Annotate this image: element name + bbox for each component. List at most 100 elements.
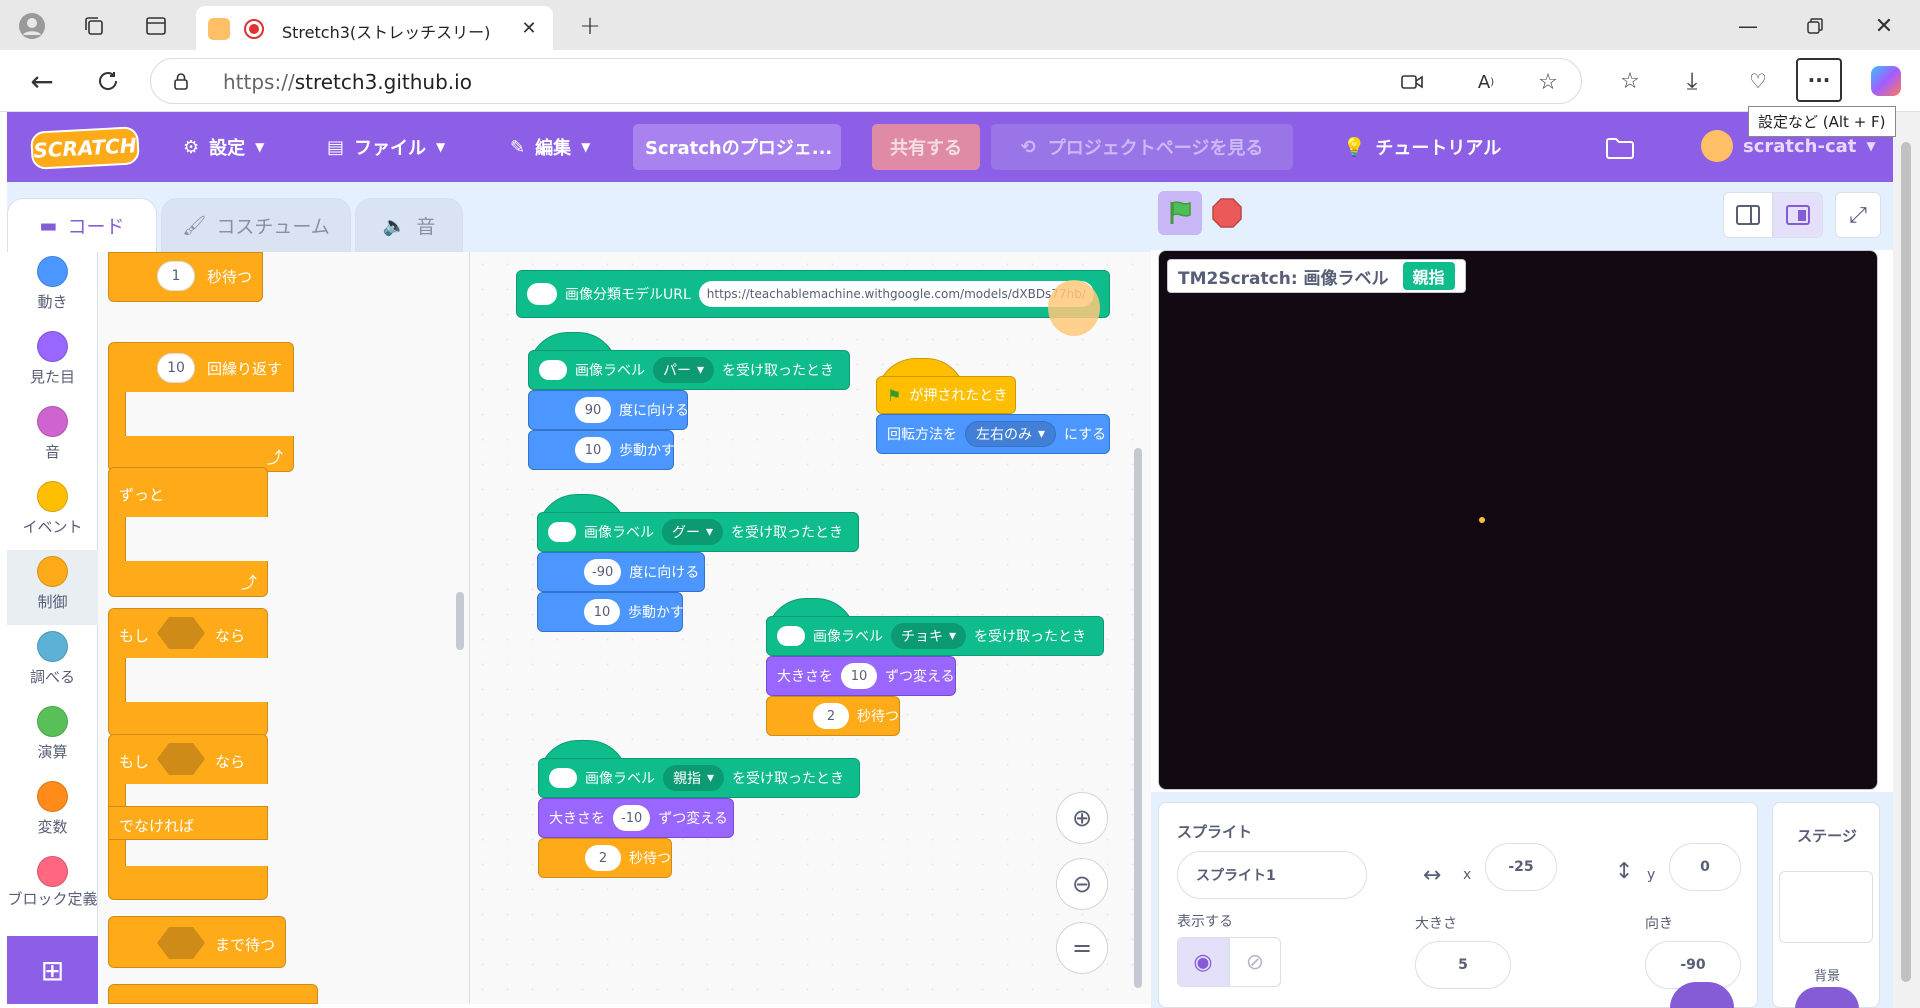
stage-thumbnail[interactable]	[1779, 871, 1873, 943]
tab-sound[interactable]: 🔈 音	[355, 198, 463, 252]
stop-button[interactable]	[1210, 196, 1244, 230]
workspace-scrollbar[interactable]	[1134, 448, 1142, 988]
settings-menu[interactable]: ⚙ 設定 ▼	[183, 134, 264, 160]
scratch-logo[interactable]: SCRATCH	[30, 126, 140, 170]
favorites-icon[interactable]: ☆	[1612, 63, 1648, 99]
category-control[interactable]: 制御	[7, 550, 98, 625]
script-workspace[interactable]: 画像分類モデルURL https://teachablemachine.with…	[470, 252, 1151, 1004]
script1-hat-block[interactable]: 画像ラベル パー ▾ を受け取ったとき	[528, 350, 850, 390]
rotation-dropdown[interactable]: 左右のみ ▾	[965, 421, 1057, 447]
small-stage-button[interactable]	[1723, 192, 1773, 238]
palette-forever-block[interactable]: ずっと	[108, 467, 268, 517]
copilot-icon[interactable]	[1868, 63, 1904, 99]
palette-wait-block[interactable]: 1 秒待つ	[108, 252, 263, 302]
image-classifier-url-block[interactable]: 画像分類モデルURL https://teachablemachine.with…	[516, 270, 1110, 318]
page-scrollbar[interactable]	[1893, 112, 1920, 1008]
change-size-block[interactable]: 大きさを -10 ずつ変える	[538, 798, 734, 838]
category-variables[interactable]: 変数	[7, 781, 98, 837]
profile-icon[interactable]	[14, 8, 50, 44]
add-extension-button[interactable]: ⊞	[7, 936, 98, 1004]
wait-value[interactable]: 2	[585, 845, 621, 871]
point-direction-block[interactable]: -90 度に向ける	[537, 552, 705, 592]
change-size-block[interactable]: 大きさを 10 ずつ変える	[766, 656, 956, 696]
refresh-icon[interactable]	[90, 63, 126, 99]
wait-seconds-block[interactable]: 2 秒待つ	[766, 696, 900, 736]
video-icon[interactable]	[1399, 69, 1425, 95]
tab-actions-icon[interactable]	[138, 8, 174, 44]
project-page-button[interactable]: ⟲ プロジェクトページを見る	[991, 124, 1293, 170]
label-dropdown[interactable]: チョキ ▾	[891, 623, 967, 649]
script4-hat-block[interactable]: 画像ラベル 親指 ▾ を受け取ったとき	[538, 758, 860, 798]
browser-essentials-icon[interactable]: ♡	[1740, 63, 1776, 99]
direction-value[interactable]: 90	[575, 397, 611, 423]
stage-canvas[interactable]: TM2Scratch: 画像ラベル 親指	[1158, 250, 1878, 790]
my-stuff-folder-icon[interactable]	[1602, 132, 1638, 164]
wait-value[interactable]: 2	[813, 703, 849, 729]
tutorials-button[interactable]: 💡 チュートリアル	[1343, 134, 1501, 160]
browser-tab[interactable]: Stretch3(ストレッチスリー) ✕	[196, 6, 553, 50]
condition-slot[interactable]	[157, 927, 205, 959]
size-change-value[interactable]: 10	[841, 663, 877, 689]
tab-code[interactable]: ▬ コード	[7, 198, 157, 252]
wait-seconds-block[interactable]: 2 秒待つ	[538, 838, 672, 878]
steps-value[interactable]: 10	[575, 437, 611, 463]
scrollbar-thumb[interactable]	[1901, 142, 1911, 982]
green-flag-button[interactable]	[1158, 191, 1202, 235]
category-sensing[interactable]: 調べる	[7, 631, 98, 687]
downloads-icon[interactable]: ⤓	[1674, 63, 1710, 99]
label-dropdown[interactable]: 親指 ▾	[663, 765, 725, 791]
restore-icon[interactable]	[1797, 8, 1833, 44]
share-button[interactable]: 共有する	[872, 124, 980, 170]
category-looks[interactable]: 見た目	[7, 331, 98, 387]
direction-value[interactable]: -90	[584, 559, 622, 585]
palette-if-else-block[interactable]: もし なら	[108, 734, 268, 784]
hide-sprite-button[interactable]: ⊘	[1229, 937, 1281, 987]
label-dropdown[interactable]: グー ▾	[662, 519, 724, 545]
favorite-star-icon[interactable]: ☆	[1535, 69, 1561, 95]
edit-menu[interactable]: ✎ 編集 ▼	[510, 134, 590, 160]
fullscreen-button[interactable]: ⤢	[1835, 192, 1881, 238]
condition-slot[interactable]	[157, 617, 205, 649]
variable-monitor[interactable]: TM2Scratch: 画像ラベル 親指	[1167, 259, 1466, 293]
category-sound[interactable]: 音	[7, 406, 98, 462]
read-aloud-icon[interactable]: A)	[1473, 69, 1499, 95]
tab-costume[interactable]: 🖌 コスチューム	[161, 198, 351, 252]
palette-if-block[interactable]: もし なら	[108, 608, 268, 658]
x-input[interactable]: -25	[1485, 843, 1557, 891]
y-input[interactable]: 0	[1669, 843, 1741, 891]
point-direction-block[interactable]: 90 度に向ける	[528, 390, 689, 430]
palette-wait-until-block[interactable]: まで待つ	[108, 916, 286, 968]
new-tab-icon[interactable]: +	[572, 8, 608, 44]
address-bar[interactable]: https://stretch3.github.io A) ☆	[150, 58, 1582, 104]
category-events[interactable]: イベント	[7, 481, 98, 537]
rotation-style-block[interactable]: 回転方法を 左右のみ ▾ にする	[876, 414, 1110, 454]
collections-icon[interactable]	[76, 8, 112, 44]
backdrop-selector-button[interactable]	[1795, 987, 1859, 1008]
project-title-input[interactable]: Scratchのプロジェ...	[633, 124, 841, 170]
size-change-value[interactable]: -10	[613, 805, 651, 831]
close-window-icon[interactable]: ✕	[1866, 8, 1902, 44]
zoom-out-button[interactable]: ⊖	[1056, 858, 1108, 910]
large-stage-button[interactable]	[1773, 192, 1823, 238]
category-my-blocks[interactable]: ブロック定義	[7, 856, 98, 908]
sprite-name-input[interactable]: スプライト1	[1177, 851, 1367, 899]
zoom-in-button[interactable]: ⊕	[1056, 792, 1108, 844]
category-operators[interactable]: 演算	[7, 706, 98, 762]
move-steps-block[interactable]: 10 歩動かす	[537, 592, 684, 632]
more-options-icon[interactable]: ···	[1796, 58, 1842, 102]
lock-icon[interactable]	[171, 71, 191, 91]
palette-next-block[interactable]	[108, 984, 318, 1004]
stage-selector[interactable]: ステージ 背景	[1772, 802, 1880, 1008]
cat-sprite[interactable]	[1479, 517, 1485, 523]
wait-value[interactable]: 1	[157, 261, 195, 291]
label-dropdown[interactable]: パー ▾	[653, 357, 715, 383]
steps-value[interactable]: 10	[584, 599, 620, 625]
palette-scrollbar[interactable]	[456, 592, 464, 650]
repeat-value[interactable]: 10	[157, 353, 195, 383]
back-icon[interactable]: ←	[24, 63, 60, 99]
size-input[interactable]: 5	[1415, 941, 1511, 989]
zoom-reset-button[interactable]: =	[1056, 922, 1108, 974]
model-url-input[interactable]: https://teachablemachine.withgoogle.com/…	[698, 281, 1094, 307]
when-flag-clicked-block[interactable]: ⚑ が押されたとき	[876, 376, 1016, 414]
category-motion[interactable]: 動き	[7, 256, 98, 312]
